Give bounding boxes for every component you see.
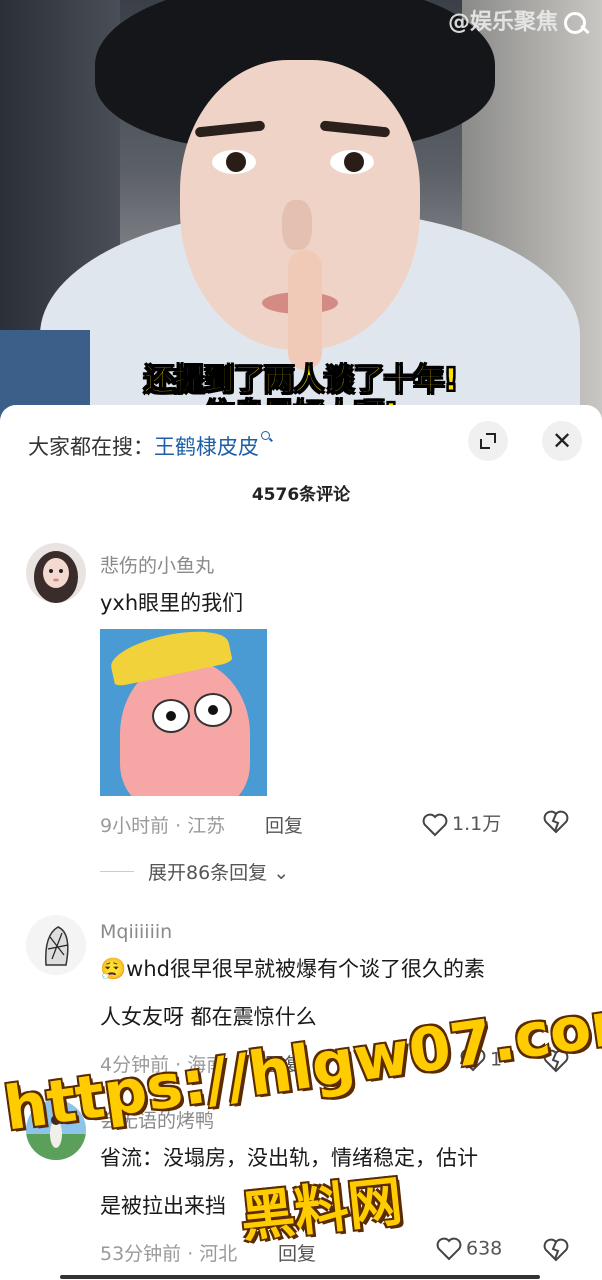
comment-count: 4576条评论 xyxy=(251,485,351,505)
expand-icon xyxy=(480,433,496,449)
avatar-girl-icon xyxy=(26,543,86,603)
broken-heart-icon xyxy=(543,1238,569,1262)
overlay-watermark-label: 黑料网 xyxy=(237,1169,406,1250)
small-search-icon xyxy=(261,431,273,443)
comment-username[interactable]: Mqiiiiiin xyxy=(100,921,172,943)
heart-icon xyxy=(422,813,448,836)
expand-replies-label: 展开86条回复 xyxy=(148,862,268,884)
search-icon[interactable] xyxy=(562,10,590,38)
comment-text-line1: whd很早很早就被爆有个谈了很久的素 xyxy=(126,957,485,981)
expand-replies-button[interactable]: 展开86条回复 ⌄ xyxy=(148,858,289,885)
home-indicator xyxy=(60,1275,540,1279)
comment-text-line2: 人女友呀 都在震惊什么 xyxy=(100,1005,317,1029)
sticker-eye-right xyxy=(194,693,232,727)
comment-sheet: 大家都在搜：王鹤棣皮皮 ✕ 4576条评论 悲伤的小鱼丸 yxh眼里的我们 9小… xyxy=(0,405,602,1280)
video-nose xyxy=(282,200,312,250)
comment-meta: 9小时前 · 江苏 xyxy=(100,815,226,837)
video-eye-left xyxy=(212,150,256,174)
video-finger xyxy=(288,250,322,370)
expand-replies-divider xyxy=(100,871,134,872)
comment-sticker-image[interactable] xyxy=(100,629,267,796)
dislike-button[interactable] xyxy=(542,1237,570,1267)
sticker-eye-left xyxy=(152,699,190,733)
emoji-icon: 😮‍💨 xyxy=(100,957,127,981)
like-count: 638 xyxy=(466,1237,503,1260)
close-button[interactable]: ✕ xyxy=(542,421,582,461)
video-watermark: @娱乐聚焦 xyxy=(447,10,558,35)
video-player[interactable]: @娱乐聚焦 还提到了两人谈了十年! 信息量好大呀! xyxy=(0,0,602,420)
trending-search[interactable]: 大家都在搜：王鹤棣皮皮 xyxy=(28,431,273,461)
expand-button[interactable] xyxy=(468,421,508,461)
comment-meta: 53分钟前 · 河北 xyxy=(100,1243,238,1265)
avatar[interactable] xyxy=(26,543,86,603)
trending-search-keyword[interactable]: 王鹤棣皮皮 xyxy=(154,435,259,459)
like-button[interactable]: 638 xyxy=(436,1237,502,1261)
close-icon: ✕ xyxy=(551,427,573,455)
comment-text-line1: 省流：没塌房，没出轨，情绪稳定，估计 xyxy=(100,1146,478,1170)
comment-text: yxh眼里的我们 xyxy=(100,591,244,615)
broken-heart-icon xyxy=(543,810,569,834)
reply-button[interactable]: 回复 xyxy=(265,811,303,838)
trending-search-prefix: 大家都在搜： xyxy=(28,435,154,459)
dislike-button[interactable] xyxy=(542,809,570,839)
comment-username[interactable]: 悲伤的小鱼丸 xyxy=(100,551,214,578)
avatar[interactable] xyxy=(26,915,86,975)
chevron-down-icon: ⌄ xyxy=(267,862,290,884)
like-button[interactable]: 1.1万 xyxy=(422,809,501,837)
like-count: 1.1万 xyxy=(452,813,502,835)
heart-icon xyxy=(436,1237,462,1261)
comment-text-line2: 是被拉出来挡 xyxy=(100,1194,226,1218)
avatar-sketch-icon xyxy=(26,915,86,975)
video-eye-right xyxy=(330,150,374,174)
